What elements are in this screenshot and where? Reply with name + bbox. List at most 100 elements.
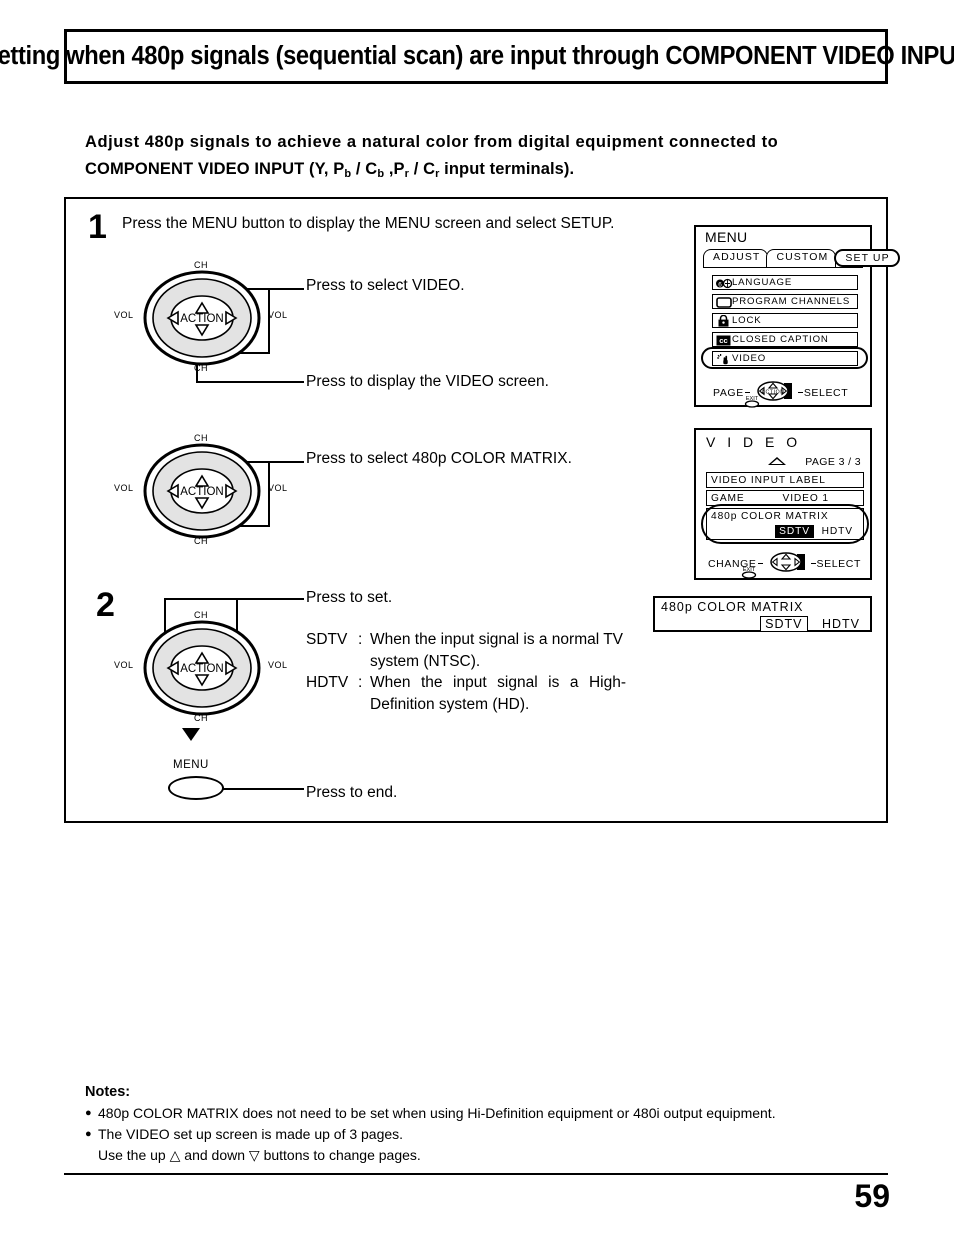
legend-select-label: SELECT	[816, 557, 861, 570]
osd-video-page-indicator: PAGE 3 / 3	[805, 456, 861, 468]
mode-row-hdtv: HDTV : When the input signal is a High-	[306, 672, 626, 694]
remote-dial-graphic: ACTION	[143, 270, 261, 366]
mode-descriptions: SDTV : When the input signal is a normal…	[306, 629, 626, 715]
dial-label-ch-top: CH	[194, 433, 208, 443]
intro-line2-c: ,P	[384, 160, 405, 178]
osd-menu-tabs: ADJUST CUSTOM SET UP	[703, 249, 900, 267]
osd-menu-title: MENU	[705, 229, 748, 245]
hand-pointer-icon	[716, 352, 732, 365]
color-matrix-label: 480p COLOR MATRIX	[711, 511, 829, 522]
language-globe-icon: 6	[716, 276, 733, 289]
mode-row-sdtv: SDTV : When the input signal is a normal…	[306, 629, 626, 651]
svg-text:cc: cc	[719, 336, 727, 345]
step-2-number: 2	[96, 586, 115, 624]
video-input-value-left: GAME	[711, 493, 745, 504]
tab-set-up[interactable]: SET UP	[834, 249, 900, 267]
intro-line2-a: COMPONENT VIDEO INPUT (Y, P	[85, 160, 345, 178]
intro-paragraph: Adjust 480p signals to achieve a natural…	[85, 129, 895, 188]
intro-line-2: COMPONENT VIDEO INPUT (Y, Pb / Cb ,Pr / …	[85, 156, 895, 188]
connector-line	[164, 598, 304, 600]
bullet-icon: ●	[85, 1127, 92, 1140]
option-sdtv[interactable]: SDTV	[760, 616, 808, 632]
remote-dial-3[interactable]: ACTION CH CH VOL VOL	[114, 610, 287, 723]
padlock-icon	[716, 314, 732, 327]
remote-dial-1[interactable]: ACTION CH CH VOL VOL	[114, 260, 287, 373]
callout-press-to-end: Press to end.	[306, 784, 398, 801]
page-title: Setting when 480p signals (sequential sc…	[0, 42, 954, 70]
legend-dash	[810, 562, 816, 565]
menu-item-program-channels[interactable]: PROGRAM CHANNELS	[712, 294, 858, 309]
menu-item-label: LANGUAGE	[732, 277, 793, 288]
option-sdtv[interactable]: SDTV	[775, 525, 814, 538]
mode-tag-sdtv: SDTV	[306, 631, 348, 648]
dial-label-ch-bottom: CH	[194, 536, 208, 546]
intro-line2-e: input terminals).	[439, 160, 575, 178]
osd-video-title: V I D E O	[706, 434, 802, 450]
tab-adjust[interactable]: ADJUST	[703, 249, 769, 267]
dial-label-vol-right: VOL	[268, 483, 288, 493]
video-input-value-row[interactable]: GAME VIDEO 1	[706, 490, 864, 506]
page-number: 59	[854, 1178, 890, 1214]
color-matrix-box-options: SDTV HDTV	[760, 615, 864, 633]
mode-desc-sdtv: When the input signal is a normal TV	[370, 631, 624, 648]
color-matrix-options: SDTV HDTV	[711, 525, 857, 538]
note-sub-a: Use the up	[98, 1146, 166, 1163]
svg-text:ACTION: ACTION	[180, 486, 223, 498]
color-matrix-box-title: 480p COLOR MATRIX	[661, 600, 804, 614]
note-sub-line: Use the up △ and down ▽ buttons to chang…	[98, 1145, 885, 1166]
dial-label-vol-left: VOL	[114, 660, 134, 670]
callout-display-video: Press to display the VIDEO screen.	[306, 373, 549, 390]
mode-desc-hdtv: When the input signal is a High-	[370, 674, 626, 691]
menu-button[interactable]	[168, 776, 224, 800]
page-title-banner: Setting when 480p signals (sequential sc…	[0, 29, 954, 84]
note-item: ● 480p COLOR MATRIX does not need to be …	[85, 1103, 885, 1124]
bullet-icon: ●	[85, 1106, 92, 1119]
svg-text:6: 6	[718, 281, 722, 288]
mode-tag-hdtv: HDTV	[306, 674, 349, 691]
page-footer-rule	[64, 1173, 888, 1176]
closed-caption-icon: cc	[716, 333, 732, 346]
remote-dial-2[interactable]: ACTION CH CH VOL VOL	[114, 433, 287, 546]
callout-select-video: Press to select VIDEO.	[306, 277, 465, 294]
dial-label-vol-right: VOL	[268, 660, 288, 670]
svg-text:ACTION: ACTION	[180, 313, 223, 325]
menu-item-lock[interactable]: LOCK	[712, 313, 858, 328]
video-input-label-row[interactable]: VIDEO INPUT LABEL	[706, 472, 864, 488]
menu-item-closed-caption[interactable]: cc CLOSED CAPTION	[712, 332, 858, 347]
up-triangle-icon: △	[169, 1146, 181, 1163]
remote-dial-graphic: ACTION	[143, 443, 261, 539]
mode-colon-sdtv: :	[358, 631, 363, 648]
exit-button-icon: EXIT	[739, 394, 765, 413]
down-triangle-icon: ▽	[248, 1146, 260, 1163]
connector-line	[268, 288, 270, 353]
option-hdtv[interactable]: HDTV	[818, 617, 864, 631]
notes-section: Notes: ● 480p COLOR MATRIX does not need…	[85, 1082, 885, 1165]
note-text: The VIDEO set up screen is made up of 3 …	[98, 1125, 404, 1142]
menu-item-label: VIDEO	[732, 353, 767, 364]
menu-button-label: MENU	[173, 759, 209, 771]
svg-text:ACTION: ACTION	[180, 663, 223, 675]
osd-color-matrix-box: 480p COLOR MATRIX SDTV HDTV	[653, 596, 872, 632]
video-input-value-right: VIDEO 1	[782, 493, 829, 504]
osd-menu-legend: PAGE ACTION SELECT	[713, 379, 848, 406]
tab-custom[interactable]: CUSTOM	[766, 249, 837, 267]
down-arrow-icon	[182, 728, 200, 741]
note-item: ● The VIDEO set up screen is made up of …	[85, 1124, 885, 1145]
action-cluster-icon	[764, 550, 810, 577]
menu-item-video[interactable]: VIDEO	[712, 351, 858, 366]
tv-screen-icon	[716, 295, 732, 308]
osd-video-screen: V I D E O PAGE 3 / 3 VIDEO INPUT LABEL G…	[694, 428, 872, 580]
callout-select-matrix: Press to select 480p COLOR MATRIX.	[306, 450, 572, 467]
option-hdtv[interactable]: HDTV	[818, 525, 857, 538]
dial-label-vol-left: VOL	[114, 310, 134, 320]
dial-label-ch-bottom: CH	[194, 713, 208, 723]
menu-item-language[interactable]: 6 LANGUAGE	[712, 275, 858, 290]
up-arrow-icon[interactable]	[768, 457, 786, 465]
osd-menu-screen: MENU ADJUST CUSTOM SET UP 6 LANGUAGE PRO…	[694, 225, 900, 408]
step-1-number: 1	[88, 208, 107, 246]
color-matrix-row[interactable]: 480p COLOR MATRIX SDTV HDTV	[706, 508, 864, 540]
dial-label-ch-bottom: CH	[194, 363, 208, 373]
step-1-instruction: Press the MENU button to display the MEN…	[122, 215, 615, 232]
mode-desc-sdtv-cont: system (NTSC).	[370, 652, 481, 670]
osd-video-legend: CHANGE SELECT	[708, 550, 861, 577]
